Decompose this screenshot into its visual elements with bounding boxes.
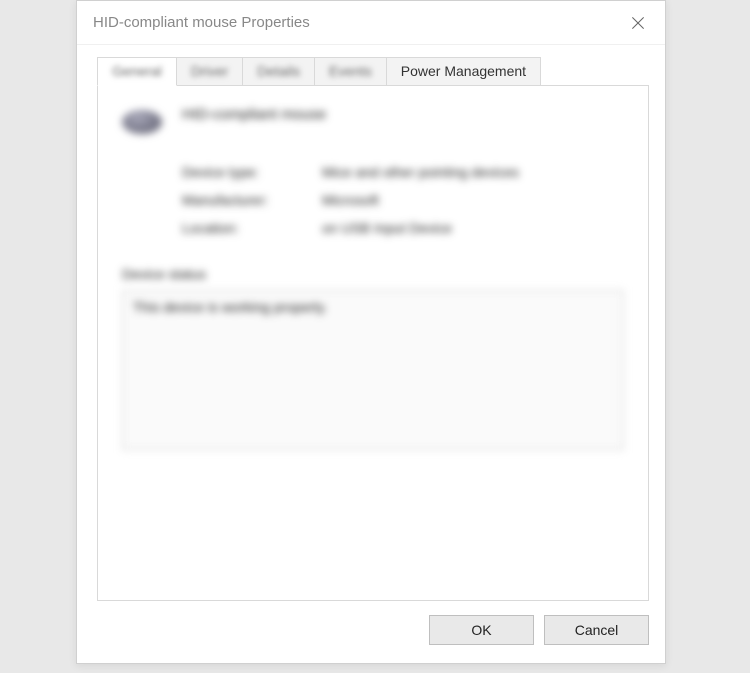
device-status-section: Device status This device is working pro… xyxy=(122,266,624,450)
tab-details[interactable]: Details xyxy=(242,57,315,85)
tab-general[interactable]: General xyxy=(97,57,177,86)
device-header: HID-compliant mouse xyxy=(122,106,624,134)
tab-power-management-label: Power Management xyxy=(401,63,526,79)
tab-driver-label: Driver xyxy=(191,63,228,79)
tab-driver[interactable]: Driver xyxy=(176,57,243,85)
device-name: HID-compliant mouse xyxy=(182,106,326,123)
device-type-label: Device type: xyxy=(182,164,322,180)
mouse-icon xyxy=(122,110,162,134)
device-status-label: Device status xyxy=(122,266,624,282)
ok-button-label: OK xyxy=(471,622,491,638)
dialog-buttons: OK Cancel xyxy=(77,615,665,663)
info-row-device-type: Device type: Mice and other pointing dev… xyxy=(182,164,624,180)
cancel-button[interactable]: Cancel xyxy=(544,615,649,645)
manufacturer-label: Manufacturer: xyxy=(182,192,322,208)
location-label: Location: xyxy=(182,220,322,236)
device-type-value: Mice and other pointing devices xyxy=(322,164,519,180)
tab-general-label: General xyxy=(112,63,162,79)
tab-events-label: Events xyxy=(329,63,372,79)
tab-events[interactable]: Events xyxy=(314,57,387,85)
tab-strip: General Driver Details Events Power Mana… xyxy=(97,55,649,85)
info-row-manufacturer: Manufacturer: Microsoft xyxy=(182,192,624,208)
device-info: Device type: Mice and other pointing dev… xyxy=(182,164,624,236)
properties-dialog: HID-compliant mouse Properties General D… xyxy=(76,0,666,664)
location-value: on USB Input Device xyxy=(322,220,452,236)
tab-power-management[interactable]: Power Management xyxy=(386,57,541,85)
device-status-box: This device is working properly. xyxy=(122,290,624,450)
device-status-text: This device is working properly. xyxy=(133,299,327,315)
cancel-button-label: Cancel xyxy=(575,622,619,638)
window-title: HID-compliant mouse Properties xyxy=(93,14,310,31)
titlebar: HID-compliant mouse Properties xyxy=(77,1,665,45)
tab-details-label: Details xyxy=(257,63,300,79)
ok-button[interactable]: OK xyxy=(429,615,534,645)
tab-area: General Driver Details Events Power Mana… xyxy=(77,45,665,615)
manufacturer-value: Microsoft xyxy=(322,192,379,208)
tab-content-general: HID-compliant mouse Device type: Mice an… xyxy=(97,85,649,601)
info-row-location: Location: on USB Input Device xyxy=(182,220,624,236)
close-icon[interactable] xyxy=(629,14,647,32)
